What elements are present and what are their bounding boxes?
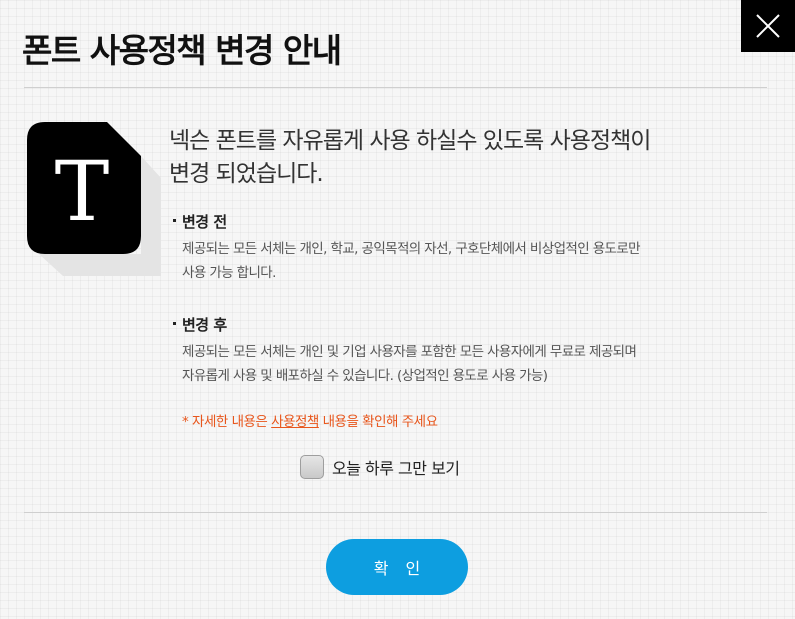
policy-notice: * 자세한 내용은 사용정책 내용을 확인해 주세요	[182, 410, 438, 430]
after-line-1: 제공되는 모든 서체는 개인 및 기업 사용자를 포함한 모든 사용자에게 무료…	[182, 344, 637, 360]
dismiss-today-option[interactable]: 오늘 하루 그만 보기	[300, 455, 460, 479]
after-section-title: 변경 후	[173, 314, 227, 335]
policy-link[interactable]: 사용정책	[271, 414, 319, 430]
after-section-body: 제공되는 모든 서체는 개인 및 기업 사용자를 포함한 모든 사용자에게 무료…	[182, 340, 722, 388]
after-line-2: 자유롭게 사용 및 배포하실 수 있습니다. (상업적인 용도로 사용 가능)	[182, 368, 548, 384]
font-document-icon: T	[27, 122, 161, 276]
headline-line-1: 넥슨 폰트를 자유롭게 사용 하실수 있도록 사용정책이	[169, 128, 651, 154]
top-divider	[24, 87, 767, 88]
font-letter: T	[55, 145, 110, 240]
notice-prefix: * 자세한 내용은	[182, 414, 272, 430]
dismiss-label: 오늘 하루 그만 보기	[332, 459, 460, 478]
notice-suffix: 내용을 확인해 주세요	[318, 414, 438, 430]
headline: 넥슨 폰트를 자유롭게 사용 하실수 있도록 사용정책이 변경 되었습니다.	[169, 125, 729, 191]
page-title: 폰트 사용정책 변경 안내	[22, 31, 342, 70]
close-button[interactable]	[741, 0, 795, 52]
before-section-title: 변경 전	[173, 211, 227, 232]
close-icon	[756, 14, 780, 38]
bottom-divider	[24, 512, 767, 513]
dismiss-checkbox[interactable]	[300, 455, 324, 479]
before-line-1: 제공되는 모든 서체는 개인, 학교, 공익목적의 자선, 구호단체에서 비상업…	[182, 241, 641, 257]
before-section-body: 제공되는 모든 서체는 개인, 학교, 공익목적의 자선, 구호단체에서 비상업…	[182, 237, 722, 285]
headline-line-2: 변경 되었습니다.	[169, 161, 324, 187]
before-line-2: 사용 가능 합니다.	[182, 265, 276, 281]
confirm-button[interactable]: 확 인	[326, 539, 468, 595]
